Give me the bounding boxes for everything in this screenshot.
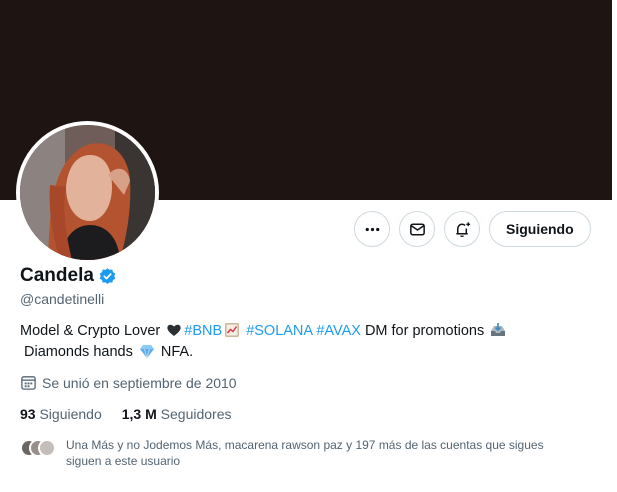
following-count: 93 (20, 406, 36, 422)
chart-emoji-icon (225, 323, 240, 337)
mutual-avatar (38, 439, 56, 457)
following-button[interactable]: Siguiendo (489, 211, 591, 247)
bio-text-promotions: DM for promotions (360, 323, 489, 339)
follow-stats: 93 Siguiendo 1,3 M Seguidores (20, 406, 231, 422)
username-handle: @candetinelli (20, 291, 105, 307)
bell-plus-icon (455, 221, 470, 237)
display-name: Candela (20, 265, 94, 286)
following-label: Siguiendo (39, 406, 102, 422)
join-date: Se unió en septiembre de 2010 (20, 374, 237, 391)
page-edge (612, 0, 617, 492)
mutual-avatars (20, 439, 56, 461)
bio-text: Model & Crypto Lover (20, 323, 165, 339)
black-heart-icon (167, 324, 181, 336)
join-date-text: Se unió en septiembre de 2010 (42, 374, 237, 391)
mail-icon (409, 223, 425, 235)
followers-count: 1,3 M (121, 406, 157, 422)
gem-stone-icon (139, 345, 154, 359)
hashtag-bnb-link[interactable]: #BNB (184, 323, 222, 339)
followers-you-know-text: Una Más y no Jodemos Más, macarena rawso… (66, 438, 544, 468)
inbox-tray-icon (491, 323, 506, 336)
verified-badge-icon[interactable] (98, 267, 117, 286)
bio-text-nfa: NFA. (156, 344, 194, 360)
bio-text-diamonds: Diamonds hands (24, 344, 137, 360)
more-button[interactable] (354, 211, 390, 247)
bio-line-2: Diamonds hands NFA. (20, 342, 580, 363)
more-icon (365, 227, 379, 231)
followers-label: Seguidores (160, 406, 232, 422)
profile-avatar[interactable] (16, 121, 159, 264)
message-button[interactable] (399, 211, 435, 247)
profile-bio: Model & Crypto Lover #BNB #SOLANA #AVAX … (20, 321, 580, 363)
followers-link[interactable]: 1,3 M Seguidores (122, 406, 232, 422)
calendar-icon (21, 376, 36, 390)
bio-line-1: Model & Crypto Lover #BNB #SOLANA #AVAX … (20, 321, 580, 342)
notify-button[interactable] (444, 211, 480, 247)
profile-actions: Siguiendo (354, 211, 591, 247)
hashtag-solana-link[interactable]: #SOLANA (246, 323, 312, 339)
following-link[interactable]: 93 Siguiendo (20, 406, 102, 422)
followers-you-know[interactable]: Una Más y no Jodemos Más, macarena rawso… (20, 437, 560, 469)
hashtag-avax-link[interactable]: #AVAX (316, 323, 361, 339)
name-row: Candela (20, 265, 117, 287)
avatar-photo (20, 125, 155, 260)
